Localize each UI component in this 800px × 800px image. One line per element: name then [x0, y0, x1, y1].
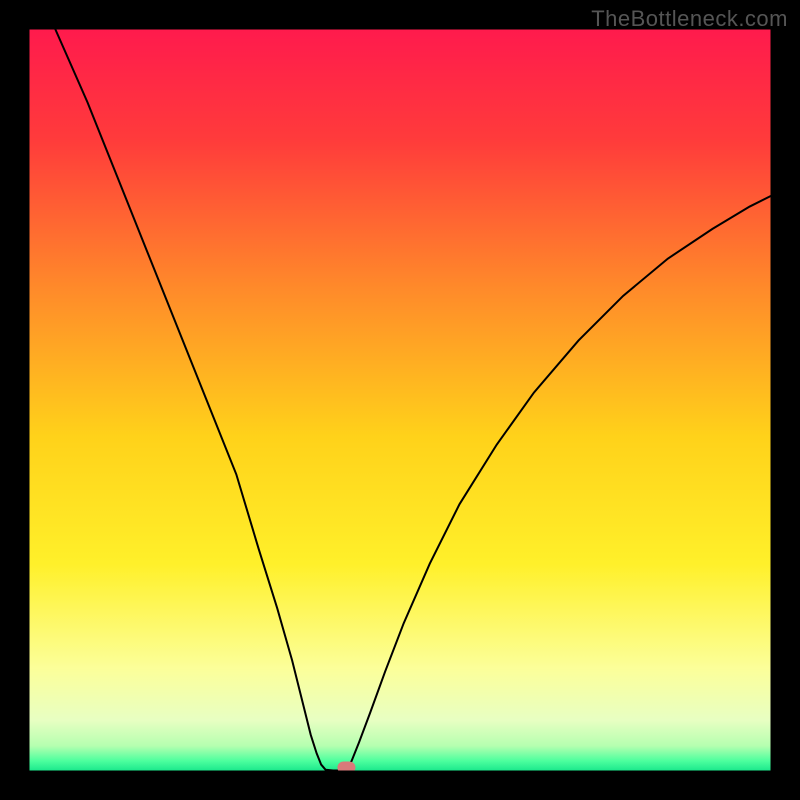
plot-background: [28, 28, 772, 772]
chart-svg: [0, 0, 800, 800]
watermark-text: TheBottleneck.com: [591, 6, 788, 32]
chart-container: TheBottleneck.com: [0, 0, 800, 800]
